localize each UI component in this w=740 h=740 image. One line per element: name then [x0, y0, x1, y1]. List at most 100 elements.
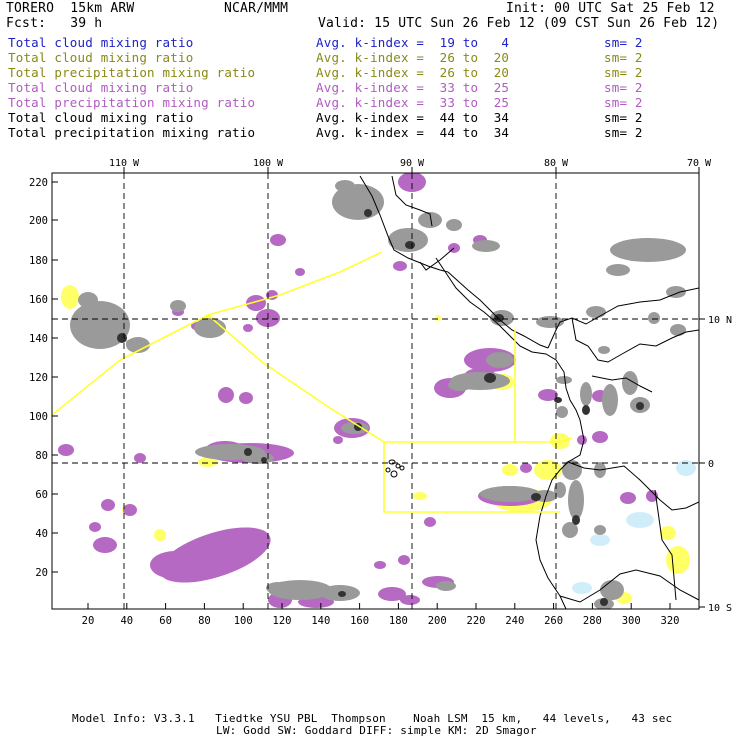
purple-patch [333, 436, 343, 444]
physics-info: LW: Godd SW: Goddard DIFF: simple KM: 2D… [216, 724, 537, 737]
y-tick-label: 40 [35, 528, 48, 540]
gray-cloud-patch [556, 376, 572, 384]
dark-core [636, 402, 644, 410]
gray-cloud-patch [580, 382, 592, 406]
gray-cloud-patch [556, 406, 568, 418]
dark-core [600, 598, 608, 606]
gray-cloud-patch [648, 312, 660, 324]
purple-patch [400, 595, 420, 605]
y-tick-label: 180 [29, 255, 48, 267]
dark-core [531, 493, 541, 501]
purple-patch [270, 234, 286, 246]
purple-patch [577, 435, 587, 445]
y-tick-label: 200 [29, 215, 48, 227]
yellow-patch [550, 433, 570, 449]
dark-core [484, 373, 496, 383]
gray-cloud-patch [170, 300, 186, 312]
dark-core [554, 397, 562, 403]
lon-label: 110 W [109, 158, 140, 169]
x-tick-label: 20 [82, 615, 95, 627]
x-tick-label: 320 [661, 615, 680, 627]
x-tick-label: 300 [622, 615, 641, 627]
gray-cloud-patch [602, 384, 618, 416]
gray-cloud-patch [610, 238, 686, 262]
purple-patch [58, 444, 74, 456]
gray-cloud-patch [194, 318, 226, 338]
y-tick-label: 120 [29, 372, 48, 384]
gray-cloud-patch [436, 581, 456, 591]
gray-cloud-patch [480, 486, 540, 502]
x-tick-label: 80 [198, 615, 211, 627]
yellow-patch [435, 315, 441, 321]
purple-patch [134, 453, 146, 463]
lon-label: 70 W [687, 158, 712, 169]
gray-cloud-patch [335, 180, 355, 192]
yellow-patch [666, 546, 690, 574]
y-tick-label: 140 [29, 333, 48, 345]
lon-label: 100 W [253, 158, 284, 169]
gray-cloud-patch [448, 379, 472, 391]
dark-core [117, 333, 127, 343]
light-blue-patch [590, 534, 610, 546]
light-blue-patch [626, 512, 654, 528]
purple-patch [123, 504, 137, 516]
x-tick-label: 280 [583, 615, 602, 627]
x-tick-label: 120 [273, 615, 292, 627]
y-tick-label: 100 [29, 411, 48, 423]
gray-cloud-patch [598, 346, 610, 354]
x-tick-label: 40 [120, 615, 133, 627]
gray-cloud-patch [78, 292, 98, 308]
lat-label: 0 [708, 459, 714, 470]
purple-patch [218, 387, 234, 403]
purple-patch [239, 392, 253, 404]
y-tick-label: 20 [35, 567, 48, 579]
purple-patch [424, 517, 436, 527]
dark-core [338, 591, 346, 597]
weather-map: 220 200 180 160 140 120 100 80 60 40 20 20 40 60 80 100… [29, 158, 732, 627]
gray-cloud-patch [600, 580, 624, 600]
purple-patch [374, 561, 386, 569]
yellow-patch [154, 529, 166, 541]
yellow-patch [61, 285, 79, 309]
dark-core [364, 209, 372, 217]
gray-cloud-patch [670, 324, 686, 336]
yellow-patch [660, 526, 676, 540]
lat-label: 10 S [708, 603, 732, 614]
purple-patch [620, 492, 636, 504]
purple-patch [398, 555, 410, 565]
x-tick-label: 60 [159, 615, 172, 627]
gray-cloud-patch [594, 525, 606, 535]
purple-patch [89, 522, 101, 532]
gray-cloud-patch [586, 306, 606, 318]
yellow-patch [413, 492, 427, 500]
lon-label: 90 W [400, 158, 425, 169]
light-blue-patch [676, 460, 696, 476]
purple-patch [243, 324, 253, 332]
dark-core [572, 515, 580, 525]
purple-patch [393, 261, 407, 271]
light-blue-patch [572, 582, 592, 594]
dark-core [244, 448, 252, 456]
gray-cloud-patch [446, 219, 462, 231]
x-tick-label: 180 [389, 615, 408, 627]
dark-core [261, 457, 267, 463]
gray-cloud-patch [606, 264, 630, 276]
lat-label: 10 N [708, 315, 732, 326]
gray-cloud-patch [472, 240, 500, 252]
dark-core [582, 405, 590, 415]
gray-cloud-patch [568, 480, 584, 520]
x-tick-label: 240 [505, 615, 524, 627]
x-tick-label: 260 [544, 615, 563, 627]
purple-patch [101, 499, 115, 511]
gray-cloud-patch [486, 352, 514, 368]
purple-patch [520, 463, 532, 473]
dark-core [405, 241, 415, 249]
gray-cloud-patch [266, 582, 290, 594]
x-tick-label: 100 [234, 615, 253, 627]
gray-cloud-patch [126, 339, 138, 347]
purple-patch [93, 537, 117, 553]
yellow-patch [502, 464, 518, 476]
x-tick-label: 220 [467, 615, 486, 627]
purple-patch [150, 551, 200, 579]
x-tick-label: 140 [311, 615, 330, 627]
